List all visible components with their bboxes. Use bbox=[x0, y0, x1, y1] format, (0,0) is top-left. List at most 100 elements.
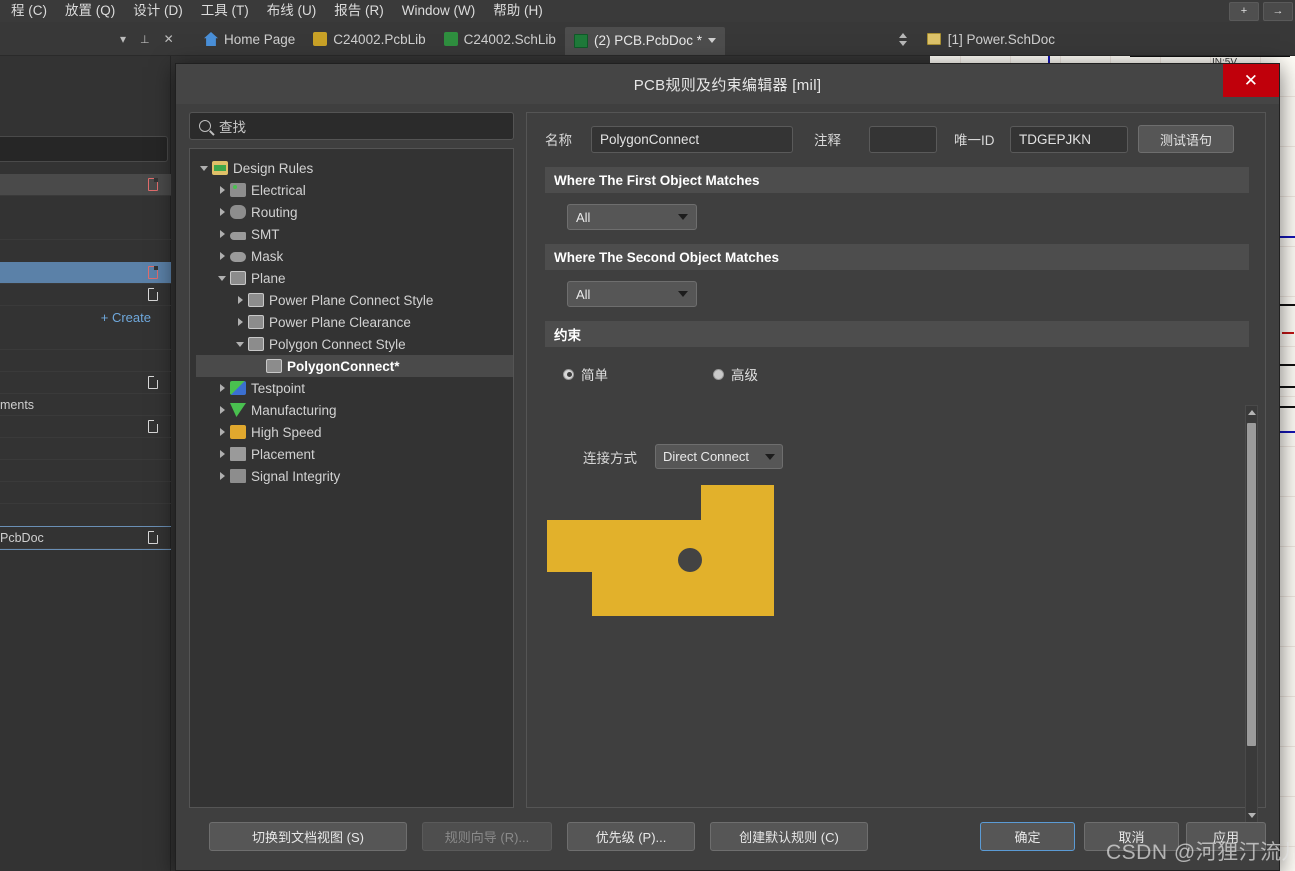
project-row[interactable] bbox=[0, 482, 171, 504]
project-row[interactable] bbox=[0, 350, 171, 372]
document-icon bbox=[148, 420, 158, 433]
menu-item-project[interactable]: 程 (C) bbox=[2, 0, 56, 22]
expand-arrow-icon[interactable] bbox=[214, 406, 230, 414]
tree-node-placement[interactable]: Placement bbox=[196, 443, 513, 465]
tree-node-polygon-connect-style[interactable]: Polygon Connect Style bbox=[196, 333, 513, 355]
rule-wizard-button[interactable]: 规则向导 (R)... bbox=[422, 822, 552, 851]
document-icon bbox=[148, 376, 158, 389]
expand-arrow-icon[interactable] bbox=[214, 230, 230, 238]
tab-scroll-spinner[interactable] bbox=[896, 25, 910, 53]
search-input[interactable]: 查找 bbox=[189, 112, 514, 140]
menu-item-tools[interactable]: 工具 (T) bbox=[192, 0, 258, 22]
create-link[interactable]: + Create bbox=[0, 306, 171, 328]
chevron-up-icon[interactable] bbox=[899, 32, 907, 38]
scrollbar-thumb[interactable] bbox=[1247, 423, 1256, 746]
second-object-scope-select[interactable]: All bbox=[567, 281, 697, 307]
tree-node-signal-integrity[interactable]: Signal Integrity bbox=[196, 465, 513, 487]
project-panel[interactable]: + Create ments PcbDoc bbox=[0, 56, 171, 871]
tab-home-page[interactable]: Home Page bbox=[195, 22, 304, 56]
expand-arrow-icon[interactable] bbox=[214, 450, 230, 458]
menu-item-place[interactable]: 放置 (Q) bbox=[56, 0, 124, 22]
menu-item-help[interactable]: 帮助 (H) bbox=[484, 0, 552, 22]
tab-c24002-pcblib[interactable]: C24002.PcbLib bbox=[304, 22, 434, 56]
tree-node-label: Testpoint bbox=[251, 380, 306, 396]
constraints-scrollbar[interactable] bbox=[1245, 405, 1258, 823]
tree-node-power-plane-clearance[interactable]: Power Plane Clearance bbox=[196, 311, 513, 333]
project-row[interactable] bbox=[0, 438, 171, 460]
collapse-arrow-icon[interactable] bbox=[196, 165, 212, 171]
cancel-button[interactable]: 取消 bbox=[1084, 822, 1179, 851]
menu-item-reports[interactable]: 报告 (R) bbox=[325, 0, 393, 22]
project-row[interactable] bbox=[0, 328, 171, 350]
tree-node-plane[interactable]: Plane bbox=[196, 267, 513, 289]
pin-icon[interactable]: ⊥ bbox=[140, 33, 150, 46]
expand-arrow-icon[interactable] bbox=[214, 186, 230, 194]
add-button[interactable]: + bbox=[1229, 1, 1259, 21]
menu-bar: 程 (C) 放置 (Q) 设计 (D) 工具 (T) 布线 (U) 报告 (R)… bbox=[0, 0, 1295, 22]
expand-arrow-icon[interactable] bbox=[214, 384, 230, 392]
tree-node-manufacturing[interactable]: Manufacturing bbox=[196, 399, 513, 421]
rule-name-input[interactable]: PolygonConnect bbox=[591, 125, 793, 153]
project-row[interactable] bbox=[0, 284, 171, 306]
close-icon[interactable]: ✕ bbox=[164, 32, 174, 46]
project-row[interactable] bbox=[0, 372, 171, 394]
project-search-box[interactable] bbox=[0, 136, 168, 162]
collapse-arrow-icon[interactable] bbox=[232, 341, 248, 347]
connect-style-row: 连接方式 Direct Connect bbox=[583, 444, 783, 469]
tab-pcb-pcbdoc[interactable]: (2) PCB.PcbDoc * bbox=[564, 26, 725, 55]
priorities-button[interactable]: 优先级 (P)... bbox=[567, 822, 695, 851]
ok-button[interactable]: 确定 bbox=[980, 822, 1075, 851]
expand-arrow-icon[interactable] bbox=[214, 472, 230, 480]
expand-arrow-icon[interactable] bbox=[214, 208, 230, 216]
test-query-button[interactable]: 测试语句 bbox=[1138, 125, 1234, 153]
menubar-right-group: + → bbox=[1229, 0, 1293, 22]
project-row[interactable] bbox=[0, 460, 171, 482]
expand-arrow-icon[interactable] bbox=[232, 318, 248, 326]
chevron-down-icon[interactable]: ▾ bbox=[120, 32, 126, 46]
chevron-down-icon[interactable] bbox=[708, 38, 716, 43]
expand-arrow-icon[interactable] bbox=[214, 252, 230, 260]
expand-arrow-icon[interactable] bbox=[232, 296, 248, 304]
project-row[interactable]: ments bbox=[0, 394, 171, 416]
tree-node-smt[interactable]: SMT bbox=[196, 223, 513, 245]
design-rules-tree[interactable]: Design Rules Electrical Routing SMT Mask Plan… bbox=[189, 148, 514, 808]
first-object-scope-select[interactable]: All bbox=[567, 204, 697, 230]
right-document-tab[interactable]: [1] Power.SchDoc bbox=[926, 22, 1055, 56]
tree-node-polygonconnect[interactable]: PolygonConnect* bbox=[196, 355, 513, 377]
switch-to-document-view-button[interactable]: 切换到文档视图 (S) bbox=[209, 822, 407, 851]
tree-node-high-speed[interactable]: High Speed bbox=[196, 421, 513, 443]
tree-node-label: High Speed bbox=[251, 424, 322, 440]
tree-node-mask[interactable]: Mask bbox=[196, 245, 513, 267]
apply-button[interactable]: 应用 bbox=[1186, 822, 1266, 851]
project-row[interactable] bbox=[0, 218, 171, 240]
collapse-arrow-icon[interactable] bbox=[214, 275, 230, 281]
menu-item-window[interactable]: Window (W) bbox=[393, 0, 485, 22]
close-button[interactable]: ✕ bbox=[1223, 64, 1279, 97]
uid-input[interactable]: TDGEPJKN bbox=[1010, 125, 1128, 153]
create-default-rules-button[interactable]: 创建默认规则 (C) bbox=[710, 822, 868, 851]
connect-style-select[interactable]: Direct Connect bbox=[655, 444, 783, 469]
tree-node-electrical[interactable]: Electrical bbox=[196, 179, 513, 201]
radio-simple[interactable]: 简单 bbox=[563, 364, 713, 384]
comment-input[interactable] bbox=[869, 125, 937, 153]
expand-arrow-icon[interactable] bbox=[214, 428, 230, 436]
tree-node-power-plane-connect-style[interactable]: Power Plane Connect Style bbox=[196, 289, 513, 311]
right-document-label: [1] Power.SchDoc bbox=[947, 31, 1055, 47]
project-row-pcbdoc[interactable]: PcbDoc bbox=[0, 527, 171, 549]
project-row-label: PcbDoc bbox=[0, 530, 44, 545]
menu-item-route[interactable]: 布线 (U) bbox=[258, 0, 326, 22]
project-row[interactable] bbox=[0, 174, 171, 196]
project-row-selected[interactable] bbox=[0, 262, 171, 284]
tab-c24002-schlib[interactable]: C24002.SchLib bbox=[435, 22, 565, 56]
tree-node-design-rules[interactable]: Design Rules bbox=[196, 157, 513, 179]
menu-item-design[interactable]: 设计 (D) bbox=[124, 0, 192, 22]
mask-icon bbox=[230, 252, 246, 262]
share-icon[interactable]: → bbox=[1263, 1, 1293, 21]
tree-node-routing[interactable]: Routing bbox=[196, 201, 513, 223]
radio-simple-label: 简单 bbox=[581, 368, 608, 383]
project-row[interactable] bbox=[0, 416, 171, 438]
chevron-down-icon[interactable] bbox=[899, 40, 907, 46]
tree-node-testpoint[interactable]: Testpoint bbox=[196, 377, 513, 399]
radio-advanced[interactable]: 高级 bbox=[713, 364, 758, 384]
scroll-up-arrow-icon[interactable] bbox=[1248, 410, 1256, 415]
